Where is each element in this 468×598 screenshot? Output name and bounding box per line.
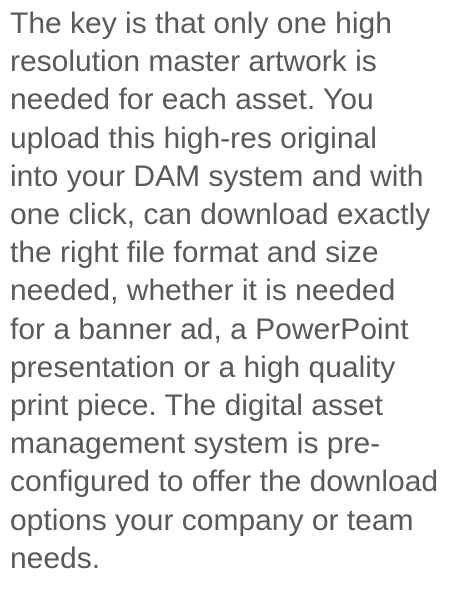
- body-paragraph: The key is that only one high resolution…: [10, 5, 468, 578]
- paragraph-line: print piece. The digital asset: [10, 389, 383, 423]
- paragraph-line: into your DAM system and with: [10, 159, 424, 193]
- paragraph-line: needed, whether it is needed: [10, 274, 396, 308]
- paragraph-line: the right file format and size: [10, 236, 379, 270]
- paragraph-line: management system is pre-: [10, 427, 381, 461]
- paragraph-line: upload this high-res original: [10, 121, 377, 155]
- paragraph-line: presentation or a high quality: [10, 350, 396, 384]
- paragraph-line: one click, can download exactly: [10, 198, 431, 232]
- paragraph-line: configured to offer the download: [10, 465, 439, 499]
- paragraph-line: The key is that only one high: [10, 7, 392, 40]
- paragraph-line: needs.: [10, 541, 101, 575]
- paragraph-line: needed for each asset. You: [10, 83, 374, 117]
- paragraph-line: resolution master artwork is: [10, 45, 377, 79]
- paragraph-line: for a banner ad, a PowerPoint: [10, 312, 409, 346]
- paragraph-line: options your company or team: [10, 503, 414, 537]
